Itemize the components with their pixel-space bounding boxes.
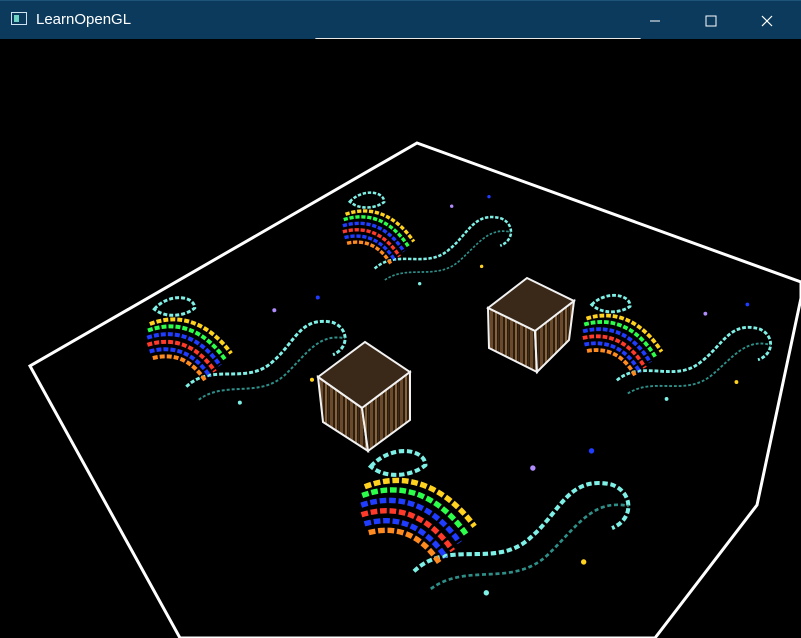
window-title: LearnOpenGL: [36, 11, 132, 28]
crate: [316, 340, 412, 454]
minimize-button[interactable]: [632, 1, 678, 40]
crate: [486, 276, 576, 375]
floor-plane: [27, 141, 801, 638]
maximize-button[interactable]: [688, 1, 734, 40]
opengl-viewport[interactable]: [0, 39, 801, 638]
rendered-scene: [27, 141, 801, 638]
maximize-icon: [705, 15, 717, 26]
close-button[interactable]: [744, 1, 790, 40]
floor-texture-snake: [576, 277, 778, 411]
minimize-icon: [650, 20, 660, 21]
window-app-icon: [11, 12, 27, 25]
floor-texture-snake: [336, 172, 519, 297]
window-titlebar[interactable]: LearnOpenGL: [0, 0, 801, 39]
floor-texture-snake: [352, 414, 640, 615]
close-icon: [761, 15, 773, 26]
